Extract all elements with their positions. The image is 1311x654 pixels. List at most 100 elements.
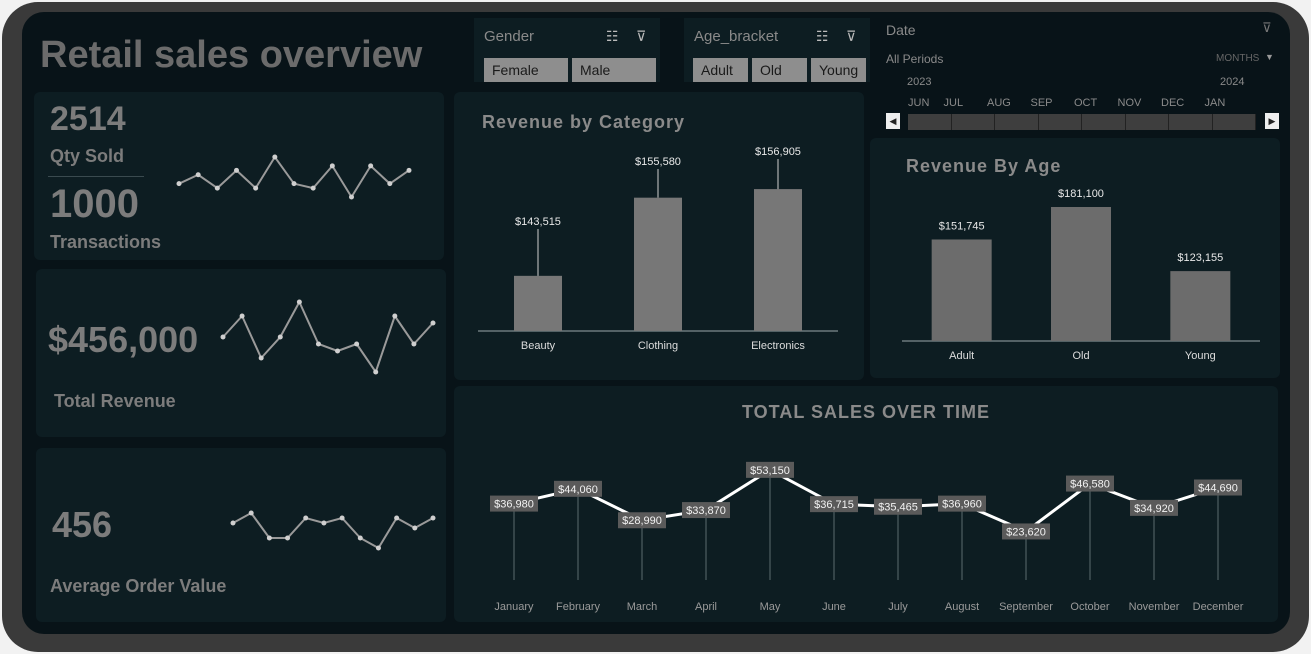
revenue-by-category-card: Revenue by Category $143,515 Beauty $155,5… [454, 92, 864, 380]
month-tick-label: September [999, 601, 1053, 613]
aov-sparkline [230, 510, 436, 551]
month-tick-label: June [822, 601, 846, 613]
data-label: $151,745 [939, 220, 985, 232]
dashboard-screen: Retail sales overview 2514 Qty Sold 1000… [22, 12, 1290, 634]
timeline-unit-selector[interactable]: MONTHS [1216, 53, 1259, 64]
transactions-value: 1000 [50, 182, 139, 226]
timeline-scroll-left[interactable]: ◀ [886, 113, 900, 129]
bar [1051, 207, 1111, 341]
bar [754, 189, 802, 331]
revenue-sparkline-point [220, 334, 226, 340]
data-label: $34,920 [1134, 503, 1174, 515]
aov-sparkline-point [321, 520, 327, 526]
revenue-by-age-chart: $151,745 Adult $181,100 Old $123,155 Young [902, 188, 1260, 362]
multi-select-icon[interactable]: ☷ [816, 28, 829, 45]
timeline-month-cell[interactable] [1039, 114, 1082, 130]
bar [514, 275, 562, 331]
revenue-sparkline-point [392, 313, 398, 319]
clear-filter-icon[interactable]: ⊽ [636, 28, 646, 45]
transactions-label: Transactions [50, 232, 162, 252]
timeline-month-cell[interactable] [1082, 114, 1126, 130]
chevron-down-icon[interactable]: ▼ [1265, 52, 1274, 62]
qty-sparkline-point [195, 172, 201, 178]
clear-filter-icon[interactable]: ⊽ [846, 28, 856, 45]
revenue-sparkline-point [354, 341, 360, 347]
kpi-card-qty-transactions: 2514 Qty Sold 1000 Transactions [34, 92, 444, 260]
timeline-month-label: SEP [1030, 97, 1053, 109]
multi-select-icon[interactable]: ☷ [606, 28, 619, 45]
category-tick-label: Beauty [521, 340, 556, 352]
data-label: $123,155 [1177, 252, 1223, 264]
timeline-month-cell[interactable] [1169, 114, 1213, 130]
qty-sparkline-point [176, 181, 182, 187]
timeline-scroll-right[interactable]: ▶ [1265, 113, 1279, 129]
revenue-sparkline-point [315, 341, 321, 347]
data-label: $46,580 [1070, 479, 1110, 491]
month-tick-label: May [760, 601, 781, 613]
month-tick-label: October [1070, 601, 1109, 613]
data-label: $35,465 [878, 502, 918, 514]
data-label: $44,060 [558, 484, 598, 496]
qty-sold-label: Qty Sold [50, 146, 125, 166]
timeline-month-cell[interactable] [1213, 114, 1256, 130]
timeline-month-cell[interactable] [952, 114, 995, 130]
category-tick-label: Old [1072, 350, 1089, 362]
qty-sparkline-point [253, 185, 259, 191]
timeline-title: Date [886, 22, 916, 38]
timeline-month-cell[interactable] [1126, 114, 1169, 130]
qty-sparkline-point [310, 185, 316, 191]
aov-sparkline-point [394, 515, 400, 521]
aov-sparkline-point [412, 525, 418, 531]
qty-sparkline-point [387, 181, 393, 187]
month-tick-label: July [888, 601, 908, 613]
aov-value: 456 [52, 504, 113, 545]
data-label: $28,990 [622, 515, 662, 527]
category-tick-label: Adult [949, 350, 974, 362]
month-tick-label: December [1193, 601, 1244, 613]
timeline-month-label: NOV [1117, 97, 1142, 109]
aov-sparkline-point [375, 545, 381, 551]
qty-sparkline-point [291, 181, 297, 187]
total-revenue-value: $456,000 [48, 319, 199, 360]
timeline-months: JUN JUL AUG SEP OCT NOV DEC JAN [908, 97, 1256, 111]
data-label: $23,620 [1006, 526, 1046, 538]
timeline-year-end: 2024 [1220, 76, 1245, 88]
revenue-sparkline-point [296, 299, 302, 305]
qty-sparkline-point [368, 163, 374, 169]
timeline-track[interactable] [908, 114, 1256, 130]
revenue-sparkline [220, 299, 436, 375]
kpi-divider [48, 176, 144, 177]
data-label: $36,960 [942, 499, 982, 511]
timeline-year-start: 2023 [907, 76, 932, 88]
age-option-young[interactable]: Young [811, 58, 866, 82]
timeline-month-label: JUN [908, 97, 930, 109]
data-label: $143,515 [515, 216, 561, 228]
qty-sparkline-point [329, 163, 335, 169]
data-label: $181,100 [1058, 188, 1104, 200]
revenue-sparkline-point [430, 320, 436, 326]
sales-over-time-card: TOTAL SALES OVER TIME January February Mar… [454, 386, 1278, 622]
age-option-old[interactable]: Old [752, 58, 807, 82]
data-label: $36,715 [814, 499, 854, 511]
gender-option-male[interactable]: Male [572, 58, 656, 82]
revenue-sparkline-point [373, 369, 379, 375]
age-slicer-title: Age_bracket [694, 28, 779, 45]
timeline-month-cell[interactable] [995, 114, 1039, 130]
timeline-periods-label: All Periods [886, 52, 944, 66]
aov-sparkline-point [357, 535, 363, 541]
category-tick-label: Young [1185, 350, 1216, 362]
age-option-adult[interactable]: Adult [693, 58, 748, 82]
revenue-sparkline-line [222, 299, 434, 375]
qty-sold-value: 2514 [50, 100, 126, 138]
timeline-month-cell[interactable] [908, 114, 952, 130]
gender-option-female[interactable]: Female [484, 58, 568, 82]
revenue-sparkline-point [277, 334, 283, 340]
revenue-by-category-chart: $143,515 Beauty $155,580 Clothing $156,905 El… [478, 146, 838, 352]
data-label: $53,150 [750, 465, 790, 477]
aov-sparkline-point [248, 510, 254, 516]
aov-sparkline-point [230, 520, 236, 526]
revenue-sparkline-point [335, 348, 341, 354]
timeline-month-label: OCT [1074, 97, 1098, 109]
aov-sparkline-point [430, 515, 436, 521]
clear-filter-icon[interactable]: ⊽ [1262, 20, 1272, 36]
